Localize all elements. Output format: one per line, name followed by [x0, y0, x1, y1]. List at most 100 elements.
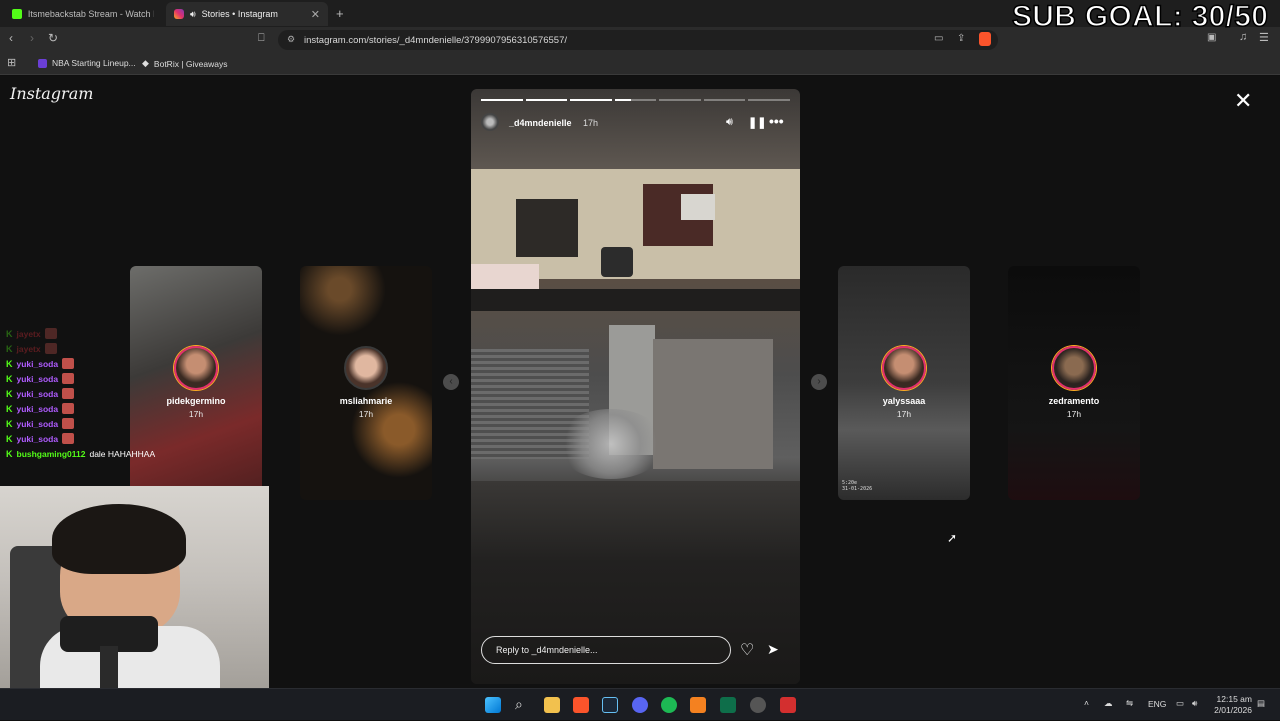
story-image	[471, 264, 539, 292]
chat-emote-icon	[62, 388, 75, 399]
chat-message: Kyuki_soda	[0, 386, 270, 401]
like-heart-icon[interactable]: ♡	[740, 640, 754, 660]
progress-fill	[525, 99, 568, 101]
clock[interactable]: 12:15 am 2/01/2026	[1210, 694, 1252, 716]
preview-time: 17h	[358, 409, 374, 419]
share-icon[interactable]: ⇪	[957, 33, 965, 44]
kick-favicon-icon	[12, 9, 22, 19]
tab-title: Itsmebackstab Stream - Watch Live o	[27, 9, 154, 19]
start-windows-icon[interactable]	[485, 697, 501, 713]
story-preview-msliahmarie[interactable]: msliahmarie 17h	[300, 266, 432, 500]
preview-time: 17h	[1066, 409, 1082, 419]
progress-segment	[659, 99, 701, 101]
story-image	[601, 247, 633, 277]
close-tab-icon[interactable]: ✕	[311, 8, 320, 21]
next-story-button[interactable]: ›	[811, 374, 827, 390]
url-bar[interactable]: ⚙ instagram.com/stories/_d4mndenielle/37…	[278, 30, 998, 50]
chat-username: yuki_soda	[16, 418, 59, 429]
onedrive-icon[interactable]: ☁	[1104, 698, 1113, 709]
pause-icon[interactable]: ❚❚	[748, 116, 766, 129]
chat-username: yuki_soda	[16, 433, 59, 444]
preview-username: zedramento	[1048, 396, 1100, 406]
chat-username: bushgaming0112	[16, 448, 86, 459]
show-hidden-icons-icon[interactable]: ˄	[1084, 698, 1089, 708]
notifications-icon[interactable]: ▤	[1257, 698, 1265, 709]
story-image	[653, 339, 773, 469]
network-icon[interactable]: ⇋	[1126, 698, 1133, 709]
active-story[interactable]: _d4mndenielle 17h 🔊︎ ❚❚ ••• Reply to _d4…	[471, 89, 800, 684]
terminal-icon[interactable]	[720, 697, 736, 713]
tab-title: Stories • Instagram	[201, 9, 278, 19]
bookmark-botrix-giveaways[interactable]: ◆ BotRix | Giveaways	[142, 58, 227, 69]
brave-shields-icon[interactable]	[979, 32, 991, 46]
reply-input[interactable]: Reply to _d4mndenielle...	[481, 636, 731, 664]
bookmark-nba-lineup[interactable]: NBA Starting Lineup...	[38, 58, 136, 68]
stream-chat-overlay: Kjayetx Kjayetx Kyuki_soda Kyuki_soda Kyuki_…	[0, 326, 270, 461]
story-image	[471, 289, 800, 311]
chat-username: yuki_soda	[16, 388, 59, 399]
instagram-logo[interactable]: Instagram	[10, 84, 93, 103]
story-preview-yalyssaaa[interactable]: yalyssaaa 17h 5:20e 31-01-2026	[838, 266, 970, 500]
close-stories-icon[interactable]: ✕	[1234, 88, 1252, 114]
search-icon[interactable]: ⌕	[515, 696, 523, 713]
avatar	[882, 346, 926, 390]
forward-icon[interactable]: ›	[30, 31, 34, 45]
tab-kick-stream[interactable]: Itsmebackstab Stream - Watch Live o	[4, 2, 162, 26]
cast-icon[interactable]: ▭	[934, 33, 943, 44]
previous-story-button[interactable]: ‹	[443, 374, 459, 390]
clock-time: 12:15 am	[1216, 694, 1252, 704]
kick-badge-icon: K	[6, 433, 13, 444]
avatar[interactable]	[481, 113, 499, 131]
avatar	[1052, 346, 1096, 390]
url-text: instagram.com/stories/_d4mndenielle/3799…	[304, 34, 568, 46]
chat-username: yuki_soda	[16, 358, 59, 369]
back-icon[interactable]: ‹	[9, 31, 13, 45]
progress-segment	[481, 99, 523, 101]
chat-emote-icon	[44, 328, 57, 339]
site-info-icon[interactable]: ⚙	[287, 34, 295, 45]
chat-emote-icon	[62, 358, 75, 369]
chat-emote-icon	[62, 418, 75, 429]
send-icon[interactable]: ➤	[767, 641, 779, 658]
chat-text: dale HAHAHHAA	[89, 448, 156, 459]
file-explorer-icon[interactable]	[544, 697, 560, 713]
display-icon[interactable]: ▭	[1176, 698, 1184, 709]
reload-icon[interactable]: ↻	[48, 31, 58, 45]
chat-emote-icon	[62, 433, 75, 444]
bookmark-icon[interactable]: ⎕	[258, 32, 265, 45]
chat-message: Kyuki_soda	[0, 356, 270, 371]
progress-fill	[570, 99, 612, 101]
obs-icon[interactable]	[750, 697, 766, 713]
more-options-icon[interactable]: •••	[769, 113, 784, 129]
chat-message: Kbushgaming0112 dale HAHAHHAA	[0, 446, 270, 461]
progress-fill	[481, 99, 523, 101]
story-image	[516, 199, 578, 257]
story-progress-bar	[481, 99, 791, 101]
new-tab-icon[interactable]: +	[336, 6, 344, 21]
tab-instagram-stories[interactable]: 🔊︎ Stories • Instagram ✕	[166, 2, 328, 26]
story-username[interactable]: _d4mndenielle	[509, 118, 572, 128]
apps-grid-icon[interactable]: ⊞	[7, 56, 16, 69]
chat-username: yuki_soda	[16, 373, 59, 384]
kick-badge-icon: K	[6, 373, 13, 384]
chat-message: Kyuki_soda	[0, 431, 270, 446]
botrix-favicon-icon: ◆	[142, 58, 149, 68]
chat-emote-icon	[44, 343, 57, 354]
discord-icon[interactable]	[632, 697, 648, 713]
kick-badge-icon: K	[6, 358, 13, 369]
brave-browser-icon[interactable]	[573, 697, 589, 713]
story-preview-zedramento[interactable]: zedramento 17h	[1008, 266, 1140, 500]
steam-icon[interactable]	[602, 697, 618, 713]
app-red-icon[interactable]	[780, 697, 796, 713]
bookmarks-bar: ⊞ NBA Starting Lineup... ◆ BotRix | Give…	[0, 53, 1280, 75]
story-image	[556, 409, 666, 479]
language-indicator[interactable]: ENG	[1148, 699, 1166, 709]
chat-message: Kjayetx	[0, 341, 270, 356]
volume-icon[interactable]: 🔊︎	[1192, 698, 1197, 709]
chat-message: Kyuki_soda	[0, 401, 270, 416]
app-orange-icon[interactable]	[690, 697, 706, 713]
spotify-icon[interactable]	[661, 697, 677, 713]
kick-badge-icon: K	[6, 388, 13, 399]
chat-username: jayetx	[16, 328, 41, 339]
volume-icon[interactable]: 🔊︎	[726, 116, 733, 129]
